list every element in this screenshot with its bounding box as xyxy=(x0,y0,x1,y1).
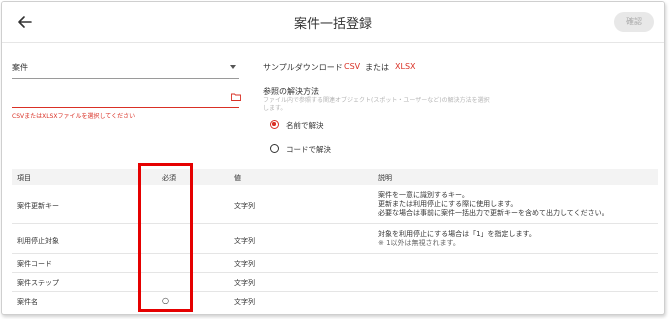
header-item: 項目 xyxy=(17,174,31,182)
radio-resolve-by-name[interactable] xyxy=(270,120,279,129)
header-value: 値 xyxy=(234,174,241,182)
desc-line: 必要な場合は事前に案件一括出力で更新キーを含めて出力してください。 xyxy=(378,209,609,217)
table-row: 案件更新キー 文字列 案件を一意に識別するキー。 更新または利用停止にする際に使… xyxy=(12,185,658,224)
desc-line: 更新または利用停止にする際に使用します。 xyxy=(378,200,518,208)
table-header: 項目 必須 値 説明 xyxy=(12,169,658,185)
header-description: 説明 xyxy=(378,174,392,182)
sample-csv-link[interactable]: CSV xyxy=(344,62,360,71)
chevron-down-icon[interactable] xyxy=(230,65,236,69)
row-item: 案件名 xyxy=(17,298,38,306)
select-underline xyxy=(12,78,239,79)
page-title: 案件一括登録 xyxy=(293,17,372,32)
row-description: 対象を利用停止にする場合は「1」を指定します。 ※ 1以外は無視されます。 xyxy=(378,230,536,248)
row-item: 案件コード xyxy=(17,260,52,268)
object-type-select[interactable]: 案件 xyxy=(12,62,28,73)
table-row: 案件コード 文字列 xyxy=(12,254,658,273)
confirm-button[interactable]: 確認 xyxy=(614,12,654,32)
row-value: 文字列 xyxy=(234,298,255,306)
row-item: 案件更新キー xyxy=(17,202,59,210)
file-input[interactable] xyxy=(12,88,239,107)
radio-resolve-by-code[interactable] xyxy=(270,144,279,153)
row-value: 文字列 xyxy=(234,260,255,268)
sample-download-label: サンプルダウンロード xyxy=(263,63,343,72)
row-item: 利用停止対象 xyxy=(17,237,59,245)
required-column-highlight xyxy=(138,163,193,312)
row-value: 文字列 xyxy=(234,237,255,245)
desc-line: ※ 1以外は無視されます。 xyxy=(378,239,460,247)
radio-resolve-by-name-label[interactable]: 名前で解決 xyxy=(286,120,324,131)
resolve-method-description: ファイル内で参照する関連オブジェクト(スポット・ユーザーなど)の解決方法を選択し… xyxy=(263,97,490,112)
table-row: 利用停止対象 文字列 対象を利用停止にする場合は「1」を指定します。 ※ 1以外… xyxy=(12,224,658,254)
file-error-text: CSVまたはXLSXファイルを選択してください xyxy=(12,113,136,120)
dialog-frame: 案件一括登録 確認 案件 CSVまたはXLSXファイルを選択してください サンプ… xyxy=(1,1,665,315)
row-value: 文字列 xyxy=(234,202,255,210)
row-description: 案件を一意に識別するキー。 更新または利用停止にする際に使用します。 必要な場合… xyxy=(378,191,609,218)
radio-resolve-by-code-label[interactable]: コードで解決 xyxy=(286,144,331,155)
row-value: 文字列 xyxy=(234,279,255,287)
header-bar: 案件一括登録 確認 xyxy=(2,2,664,43)
sample-xlsx-link[interactable]: XLSX xyxy=(395,62,416,71)
table-row: 案件名 ○ 文字列 xyxy=(12,292,658,310)
desc-line: 案件を一意に識別するキー。 xyxy=(378,191,469,199)
desc-line: 対象を利用停止にする場合は「1」を指定します。 xyxy=(378,230,536,238)
folder-icon[interactable] xyxy=(231,93,241,101)
sample-or-text: または xyxy=(365,63,389,72)
file-input-underline xyxy=(12,107,239,108)
row-item: 案件ステップ xyxy=(17,279,59,287)
resolve-method-title: 参照の解決方法 xyxy=(263,87,319,96)
table-row: 案件ステップ 文字列 xyxy=(12,273,658,292)
